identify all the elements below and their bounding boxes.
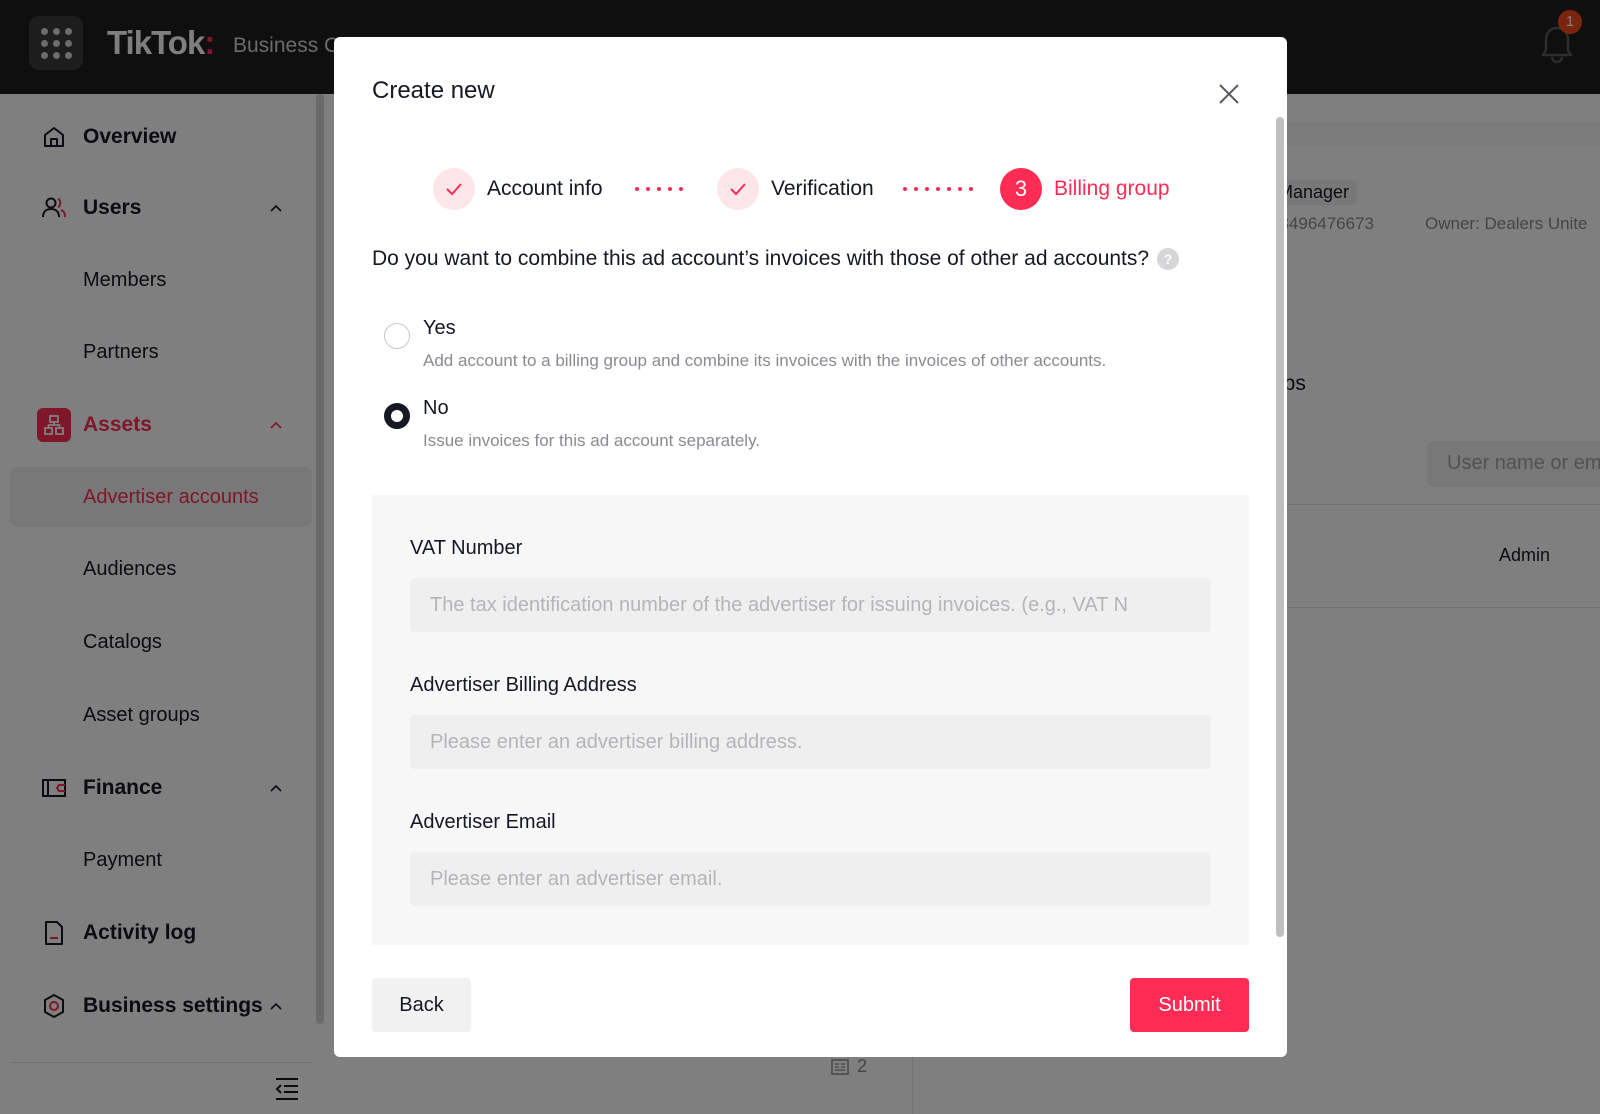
step-account-info: Account info <box>433 167 603 211</box>
option-description: Issue invoices for this ad account separ… <box>423 431 761 450</box>
option-description: Add account to a billing group and combi… <box>423 351 1107 370</box>
advertiser-email-input[interactable] <box>410 852 1211 906</box>
option-title: Yes <box>423 317 456 339</box>
step-label: Account info <box>487 177 603 200</box>
option-title: No <box>423 397 449 419</box>
step-label: Billing group <box>1054 177 1170 200</box>
billing-address-label: Advertiser Billing Address <box>410 674 637 696</box>
close-icon[interactable] <box>1214 79 1244 109</box>
step-billing-group: 3 Billing group <box>1000 167 1170 211</box>
back-button[interactable]: Back <box>372 978 471 1032</box>
help-icon[interactable]: ? <box>1157 248 1180 270</box>
check-icon <box>433 168 475 210</box>
step-connector <box>635 187 683 191</box>
vat-number-label: VAT Number <box>410 537 523 559</box>
dialog-scrollbar[interactable] <box>1276 117 1284 937</box>
step-label: Verification <box>771 177 874 200</box>
check-icon <box>717 168 759 210</box>
radio-no[interactable] <box>384 403 410 429</box>
step-connector <box>903 187 973 191</box>
create-new-dialog: Create new Account info Verification 3 B… <box>334 37 1287 1057</box>
dialog-title: Create new <box>372 77 495 104</box>
advertiser-email-label: Advertiser Email <box>410 811 556 833</box>
step-verification: Verification <box>717 167 874 211</box>
billing-info-form: VAT Number Advertiser Billing Address Ad… <box>372 495 1249 945</box>
step-number: 3 <box>1000 168 1042 210</box>
radio-yes[interactable] <box>384 323 410 349</box>
submit-button[interactable]: Submit <box>1130 978 1249 1032</box>
vat-number-input[interactable] <box>410 578 1211 632</box>
billing-question: Do you want to combine this ad account’s… <box>372 247 1180 271</box>
billing-address-input[interactable] <box>410 715 1211 769</box>
